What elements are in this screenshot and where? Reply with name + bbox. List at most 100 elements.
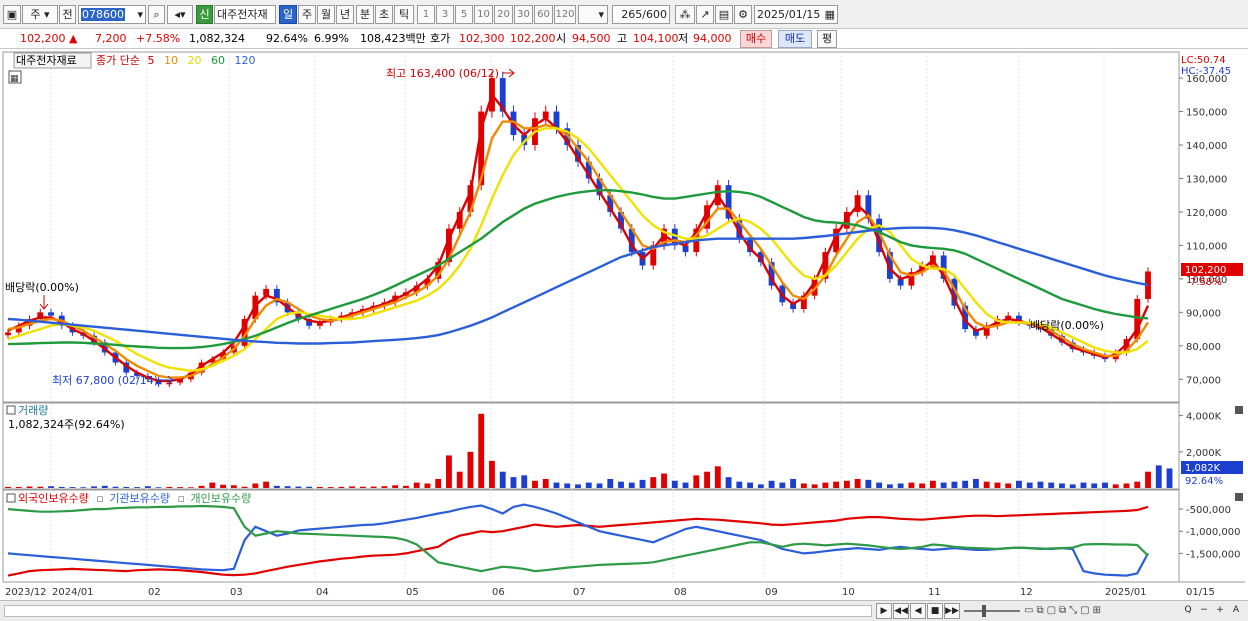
holding-panel-toggle-icon[interactable] [6,493,16,503]
interval-120[interactable]: 120 [554,5,576,24]
x-axis-label: 03 [230,587,243,598]
eval-button[interactable]: 평 [817,30,837,48]
back-button[interactable]: ◀ [910,603,926,619]
period-minute[interactable]: 분 [356,5,374,24]
fast-forward-button[interactable]: ▶▶ [944,603,960,619]
period-tick[interactable]: 틱 [394,5,414,24]
legend-institution: 기관보유수량 [109,492,170,505]
zoom-slider[interactable] [964,610,1020,612]
volume-bar [564,483,571,488]
volume-bar [435,478,442,488]
interval-3[interactable]: 3 [436,5,454,24]
zoom-out-button[interactable]: − [1196,603,1212,619]
volume-bar [661,473,667,488]
volume-bar [521,475,528,488]
volume-bar [822,482,829,488]
x-axis-label: 01/15 [1186,587,1215,598]
hc-label: HC:-37.45 [1181,66,1231,77]
period-week[interactable]: 주 [298,5,316,24]
zoom-search-icon[interactable]: Q [1180,603,1196,619]
x-axis-label: 04 [316,587,329,598]
x-axis-label: 07 [573,587,586,598]
x-axis-label: 10 [842,587,855,598]
quote-change: 7,200 [95,32,127,45]
volume-bar [241,486,248,488]
volume-bar [972,478,979,488]
volume-bar [929,480,936,488]
horizontal-scrollbar[interactable] [4,605,872,617]
volume-bar [91,486,97,488]
sound-icon[interactable]: ◂▾ [167,5,193,24]
volume-bar [166,486,173,488]
count-field[interactable]: 265/600 [612,5,670,24]
legend-ma-base: 종가 단순 [96,54,140,67]
volume-bar [1059,483,1065,488]
count-value: 265 [621,8,643,21]
pct-tag: 7.58% [1190,277,1222,288]
scroll-right-button[interactable]: ▶ [876,603,892,619]
interval-dropdown[interactable]: ▾ [578,5,608,24]
stock-chart[interactable]: 160,000150,000140,000130,000120,000110,0… [0,50,1248,600]
interval-5[interactable]: 5 [455,5,473,24]
volume-current: 1,082,324주(92.64%) [8,418,125,431]
volume-bar [1069,484,1076,488]
volume-panel-toggle-icon[interactable] [6,405,16,415]
volume-bar [263,481,270,488]
quote-volume: 1,082,324 [189,32,245,45]
volume-bar [800,483,807,488]
volume-bar [575,484,581,488]
holding-close-icon[interactable] [1235,493,1243,501]
interval-20[interactable]: 20 [494,5,513,24]
volume-bar [26,486,33,488]
calculator-glyph: ▦ [10,74,19,84]
prev-button[interactable]: 전 [59,5,76,24]
interval-60[interactable]: 60 [534,5,553,24]
period-month[interactable]: 월 [317,5,335,24]
volume-close-icon[interactable] [1235,406,1243,414]
x-axis-label: 05 [406,587,419,598]
zoom-in-button[interactable]: + [1212,603,1228,619]
gear-icon[interactable]: ⚙ [734,5,752,24]
volume-bar [187,487,194,488]
interval-1[interactable]: 1 [417,5,435,24]
volume-bar [381,486,388,488]
text-size-button[interactable]: A [1228,603,1244,619]
volume-tick-label: 2,000K [1186,448,1222,459]
price-tick-label: 140,000 [1186,141,1227,152]
market-select[interactable]: 주 ▾ [22,5,58,24]
volume-bar [1091,483,1098,488]
stock-code-input[interactable]: 078600 ▾ [78,5,146,24]
volume-bar [704,471,710,488]
volume-bar [768,480,775,488]
zoom-slider-handle[interactable] [982,605,986,617]
date-field[interactable]: 2025/01/15 ▦ [754,5,838,24]
interval-30[interactable]: 30 [514,5,533,24]
period-second[interactable]: 초 [375,5,393,24]
interval-10[interactable]: 10 [474,5,493,24]
period-year[interactable]: 년 [336,5,354,24]
save-icon[interactable]: ▤ [715,5,733,24]
volume-bar [811,484,818,488]
holding-legend: 외국인보유수량 ▫ 기관보유수량 ▫ 개인보유수량 [18,492,251,505]
volume-bar [252,483,259,488]
window-icon[interactable]: ▣ [3,5,21,24]
quote-change-pct: +7.58% [136,32,181,45]
view-mode-icons[interactable]: ▭⧉▢⧉⤡▢⊞ [1024,605,1179,617]
period-day[interactable]: 일 [279,5,297,24]
stop-button[interactable]: ■ [927,603,943,619]
volume-bar [306,486,313,488]
sell-button[interactable]: 매도 [778,30,812,48]
volume-bar [693,475,700,488]
volume-bar [747,482,754,488]
chart-tool-icon[interactable]: ⁂ [675,5,695,24]
dividend-annotation-1: 배당락(0.00%) [5,281,79,294]
buy-button[interactable]: 매수 [740,30,772,48]
x-axis-label: 02 [148,587,161,598]
volume-bar [1134,481,1141,488]
rewind-button[interactable]: ◀◀ [893,603,909,619]
volume-tick-label: 4,000K [1186,412,1222,423]
volume-bar [1037,481,1044,488]
search-icon[interactable]: ⌕ [148,5,165,24]
candle-body [48,312,54,316]
compare-icon[interactable]: ↗ [696,5,714,24]
